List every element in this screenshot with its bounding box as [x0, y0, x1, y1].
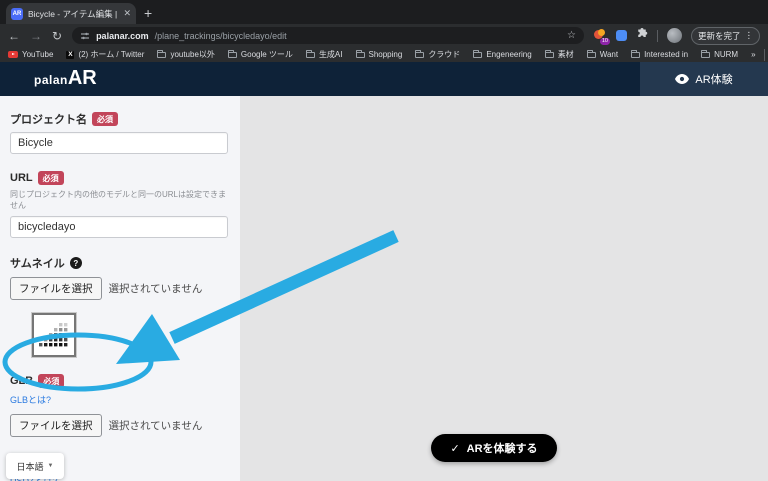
folder-icon — [473, 52, 482, 58]
bookmark-folder[interactable]: youtube以外 — [157, 49, 214, 60]
palanar-logo[interactable]: palanAR — [34, 67, 97, 90]
url-label: URL 必須 — [10, 171, 228, 185]
bookmark-folder[interactable]: NURM — [701, 50, 738, 59]
thumbnail-label: サムネイル ? — [10, 255, 228, 271]
language-selector[interactable]: 日本語 ▼ — [6, 453, 64, 479]
extensions-puzzle-icon[interactable] — [636, 27, 648, 45]
ar-preview-label: AR体験 — [695, 71, 732, 87]
required-badge: 必須 — [38, 374, 64, 388]
tab-close-icon[interactable]: ✕ — [123, 8, 131, 19]
tab-title: Bicycle - アイテム編集 | palanA — [28, 8, 118, 20]
browser-toolbar: ← → ↻ palanar.com/plane_trackings/bicycl… — [0, 24, 768, 47]
thumbnail-no-file-text: 選択されていません — [109, 281, 203, 296]
folder-icon — [415, 52, 424, 58]
help-question-icon[interactable]: ? — [70, 257, 82, 269]
browser-tab-strip: AR Bicycle - アイテム編集 | palanA ✕ + — [0, 0, 768, 24]
check-icon: ✓ — [450, 442, 459, 455]
reload-icon[interactable]: ↻ — [52, 30, 62, 42]
youtube-icon — [8, 51, 18, 58]
thumbnail-file-row: ファイルを選択 選択されていません — [10, 277, 228, 300]
extension-badge: 10 — [600, 38, 610, 45]
new-tab-button[interactable]: + — [144, 4, 152, 22]
bookmark-folder[interactable]: Engeneering — [473, 50, 531, 59]
address-bar[interactable]: palanar.com/plane_trackings/bicycledayo/… — [72, 27, 584, 44]
site-favicon-icon: AR — [11, 8, 23, 20]
folder-icon — [228, 52, 237, 58]
url-field: URL 必須 同じプロジェクト内の他のモデルと同一のURLは設定できません — [10, 171, 228, 238]
edit-form-panel: プロジェクト名 必須 URL 必須 同じプロジェクト内の他のモデルと同一のURL… — [0, 96, 240, 481]
url-host: palanar.com — [96, 31, 149, 41]
bookmarks-overflow-chevron[interactable]: » — [751, 50, 755, 59]
main-content-area — [240, 96, 768, 481]
glb-field: GLB 必須 GLBとは? ファイルを選択 選択されていません — [10, 374, 228, 437]
url-path: /plane_trackings/bicycledayo/edit — [155, 31, 287, 41]
thumbnail-preview-image — [32, 313, 76, 357]
ar-try-button[interactable]: ✓ ARを体験する — [431, 434, 557, 462]
extension-icon[interactable] — [616, 30, 627, 41]
bookmarks-right-group: » すべてのブックマーク — [751, 49, 768, 61]
glb-no-file-text: 選択されていません — [109, 418, 203, 433]
thumbnail-field: サムネイル ? ファイルを選択 選択されていません — [10, 255, 228, 357]
site-info-icon[interactable] — [80, 31, 90, 41]
x-twitter-icon: X — [66, 51, 74, 59]
extension-area: 10 更新を完了 ⋮ — [594, 27, 760, 45]
glb-label: GLB 必須 — [10, 374, 228, 388]
folder-icon — [701, 52, 710, 58]
bookmark-folder[interactable]: 生成AI — [306, 49, 343, 60]
site-header: palanAR AR体験 — [0, 62, 768, 96]
glb-file-row: ファイルを選択 選択されていません — [10, 414, 228, 437]
bookmark-folder[interactable]: Want — [587, 50, 618, 59]
glb-file-select-button[interactable]: ファイルを選択 — [10, 414, 102, 437]
folder-icon — [157, 52, 166, 58]
bookmark-folder[interactable]: クラウド — [415, 49, 460, 60]
project-name-input[interactable] — [10, 132, 228, 154]
required-badge: 必須 — [38, 171, 64, 185]
thumbnail-file-select-button[interactable]: ファイルを選択 — [10, 277, 102, 300]
toolbar-divider — [657, 30, 658, 42]
bookmark-folder[interactable]: 素材 — [545, 49, 574, 60]
bookmark-folder[interactable]: Interested in — [631, 50, 688, 59]
folder-icon — [356, 52, 365, 58]
language-label: 日本語 — [17, 460, 44, 473]
chrome-update-button[interactable]: 更新を完了 ⋮ — [691, 27, 760, 45]
url-input[interactable] — [10, 216, 228, 238]
glb-whatis-link[interactable]: GLBとは? — [10, 393, 51, 406]
bookmarks-bar: YouTube X(2) ホーム / Twitter youtube以外 Goo… — [0, 47, 768, 62]
bookmark-folder[interactable]: Shopping — [356, 50, 403, 59]
bookmark-folder[interactable]: Google ツール — [228, 49, 293, 60]
project-name-field: プロジェクト名 必須 — [10, 111, 228, 154]
bookmark-youtube[interactable]: YouTube — [8, 50, 53, 59]
bookmarks-divider — [764, 49, 765, 61]
folder-icon — [306, 52, 315, 58]
extension-icon[interactable]: 10 — [594, 29, 607, 42]
folder-icon — [587, 52, 596, 58]
chevron-down-icon: ▼ — [48, 463, 54, 469]
project-name-label: プロジェクト名 必須 — [10, 111, 228, 127]
back-icon[interactable]: ← — [8, 30, 20, 42]
folder-icon — [545, 52, 554, 58]
browser-tab[interactable]: AR Bicycle - アイテム編集 | palanA ✕ — [6, 3, 136, 24]
menu-dots-icon[interactable]: ⋮ — [745, 30, 754, 41]
url-help-text: 同じプロジェクト内の他のモデルと同一のURLは設定できません — [10, 189, 228, 211]
bookmark-twitter[interactable]: X(2) ホーム / Twitter — [66, 49, 144, 60]
folder-icon — [631, 52, 640, 58]
forward-icon[interactable]: → — [30, 30, 42, 42]
extension-blob — [598, 29, 605, 36]
update-label: 更新を完了 — [698, 30, 741, 42]
eye-icon — [675, 74, 689, 84]
required-badge: 必須 — [92, 112, 118, 126]
profile-avatar[interactable] — [667, 28, 682, 43]
ar-try-label: ARを体験する — [467, 440, 538, 456]
bookmark-star-icon[interactable]: ☆ — [567, 30, 576, 41]
ar-preview-button[interactable]: AR体験 — [640, 62, 768, 96]
